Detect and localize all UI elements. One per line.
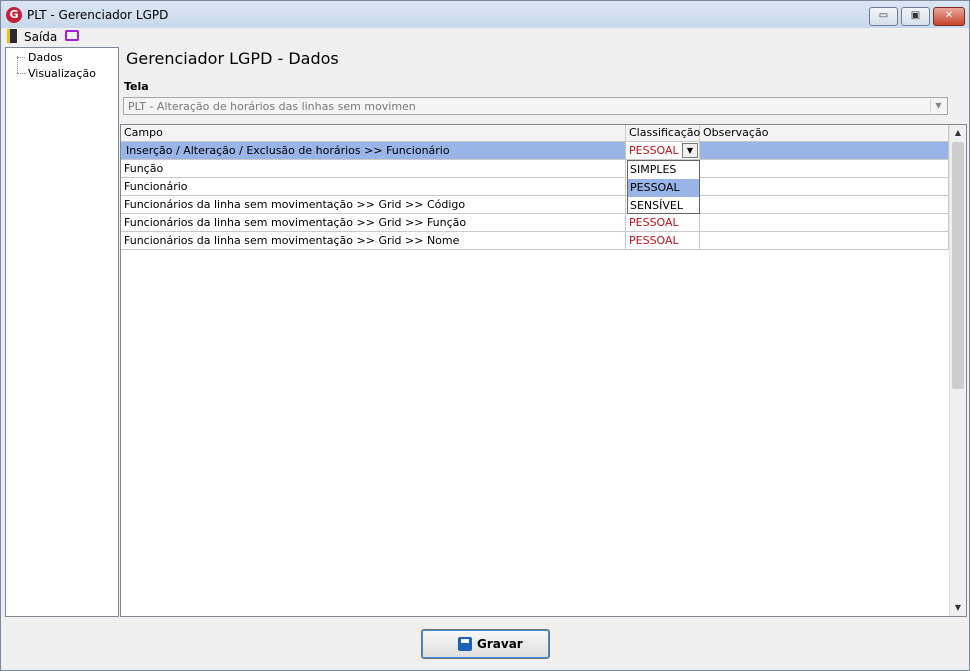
- table-row[interactable]: Inserção / Alteração / Exclusão de horár…: [121, 142, 949, 160]
- menu-bar: Saída: [2, 28, 968, 46]
- table-row[interactable]: Funcionário: [121, 178, 949, 196]
- cell-campo[interactable]: Função: [121, 160, 626, 177]
- chevron-down-icon[interactable]: ▼: [682, 143, 698, 158]
- fields-grid: Campo Classificação Observação Inserção …: [120, 124, 967, 617]
- footer-bar: Gravar: [2, 617, 968, 669]
- classificacao-dropdown-list: SIMPLES PESSOAL SENSÍVEL: [627, 160, 700, 214]
- menu-exit-label[interactable]: Saída: [24, 30, 57, 44]
- column-header-classificacao[interactable]: Classificação: [626, 125, 700, 141]
- monitor-icon[interactable]: [65, 30, 79, 41]
- cell-campo[interactable]: Funcionário: [121, 178, 626, 195]
- cell-campo[interactable]: Funcionários da linha sem movimentação >…: [121, 196, 626, 213]
- tree-item-dados[interactable]: Dados: [28, 51, 63, 64]
- cell-campo[interactable]: Funcionários da linha sem movimentação >…: [121, 232, 626, 249]
- tela-select-value: PLT - Alteração de horários das linhas s…: [128, 100, 416, 113]
- column-header-observacao[interactable]: Observação: [700, 125, 949, 141]
- cell-classificacao[interactable]: PESSOAL: [626, 214, 700, 231]
- cell-classificacao[interactable]: PESSOAL: [626, 232, 700, 249]
- cell-campo[interactable]: Inserção / Alteração / Exclusão de horár…: [121, 142, 626, 159]
- dropdown-option-simples[interactable]: SIMPLES: [628, 161, 699, 179]
- main-panel: Gerenciador LGPD - Dados Tela PLT - Alte…: [119, 47, 969, 617]
- cell-observacao[interactable]: [700, 232, 949, 249]
- scroll-up-arrow-icon[interactable]: ▲: [950, 125, 966, 141]
- chevron-down-icon[interactable]: ▼: [930, 99, 946, 113]
- save-button[interactable]: Gravar: [421, 629, 550, 659]
- cell-observacao[interactable]: [700, 142, 949, 159]
- navigation-tree: Dados Visualização: [5, 47, 119, 617]
- cell-campo[interactable]: Funcionários da linha sem movimentação >…: [121, 214, 626, 231]
- table-row[interactable]: Função: [121, 160, 949, 178]
- maximize-button[interactable]: ▣: [901, 7, 930, 26]
- cell-observacao[interactable]: [700, 160, 949, 177]
- grid-header: Campo Classificação Observação: [121, 125, 949, 142]
- app-window: G PLT - Gerenciador LGPD ▭ ▣ ✕ Saída Dad…: [0, 0, 970, 671]
- page-title: Gerenciador LGPD - Dados: [126, 49, 339, 68]
- save-button-label: Gravar: [477, 637, 523, 651]
- cell-observacao[interactable]: [700, 214, 949, 231]
- scroll-down-arrow-icon[interactable]: ▼: [950, 600, 966, 616]
- cell-observacao[interactable]: [700, 196, 949, 213]
- cell-observacao[interactable]: [700, 178, 949, 195]
- dropdown-option-pessoal[interactable]: PESSOAL: [628, 179, 699, 197]
- app-logo-icon: G: [6, 7, 22, 23]
- window-title: PLT - Gerenciador LGPD: [27, 8, 169, 22]
- door-exit-icon[interactable]: [7, 29, 17, 43]
- grid-vertical-scrollbar[interactable]: ▲ ▼: [949, 125, 966, 616]
- minimize-button[interactable]: ▭: [869, 7, 898, 26]
- dropdown-option-sensivel[interactable]: SENSÍVEL: [628, 197, 699, 215]
- tela-select[interactable]: PLT - Alteração de horários das linhas s…: [123, 97, 948, 115]
- scrollbar-thumb[interactable]: [952, 142, 964, 389]
- title-bar[interactable]: G PLT - Gerenciador LGPD ▭ ▣ ✕: [1, 1, 969, 29]
- table-row[interactable]: Funcionários da linha sem movimentação >…: [121, 214, 949, 232]
- column-header-campo[interactable]: Campo: [121, 125, 626, 141]
- table-row[interactable]: Funcionários da linha sem movimentação >…: [121, 232, 949, 250]
- close-button[interactable]: ✕: [933, 7, 965, 26]
- table-row[interactable]: Funcionários da linha sem movimentação >…: [121, 196, 949, 214]
- tela-label: Tela: [124, 80, 149, 93]
- tree-item-visualizacao[interactable]: Visualização: [28, 67, 96, 80]
- floppy-disk-icon: [458, 637, 472, 651]
